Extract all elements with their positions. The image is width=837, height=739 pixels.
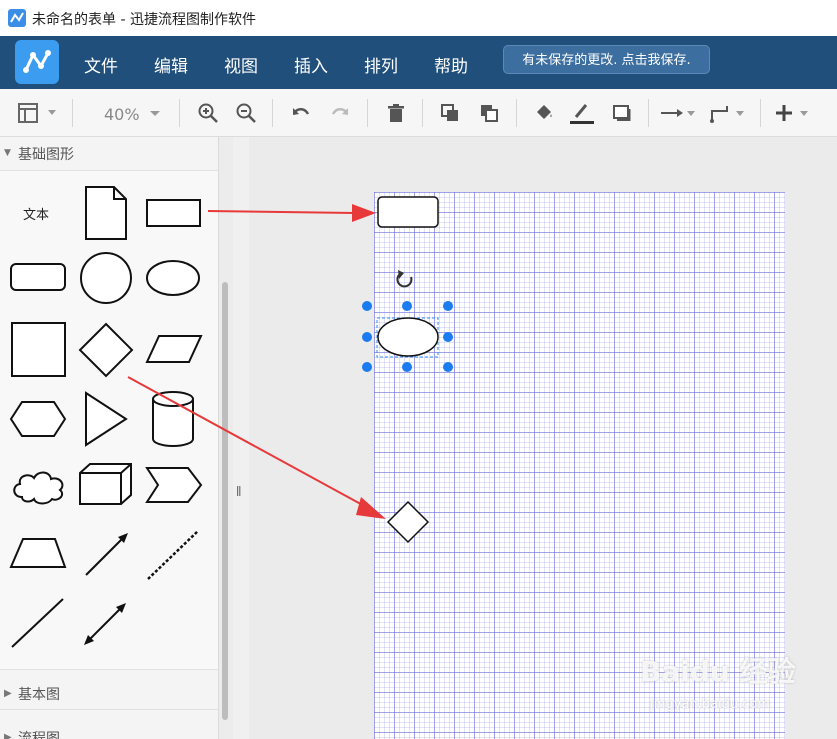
menu-bar: 文件 编辑 视图 插入 排列 帮助 有未保存的更改. 点击我保存.	[0, 36, 837, 89]
menu-edit[interactable]: 编辑	[154, 52, 188, 77]
shape-library-sidebar: ▼ 基础图形 文本 ▶ 基本图 ▶ 流程图	[0, 137, 219, 739]
hexagon-shape[interactable]	[8, 399, 70, 439]
line-shape[interactable]	[8, 595, 68, 651]
cylinder-shape[interactable]	[148, 389, 198, 449]
circle-shape[interactable]	[77, 249, 135, 307]
rectangle-shape[interactable]	[144, 197, 204, 231]
fill-color-icon[interactable]	[531, 98, 557, 128]
trapezoid-shape[interactable]	[8, 535, 70, 571]
ellipse-shape[interactable]	[144, 259, 204, 299]
shadow-icon[interactable]	[609, 98, 635, 128]
collapse-triangle-icon: ▼	[4, 148, 11, 158]
text-shape-label: 文本	[23, 208, 50, 223]
expand-triangle-icon: ▶	[4, 732, 12, 739]
triangle-shape[interactable]	[82, 389, 132, 449]
rounded-rectangle-shape[interactable]	[8, 259, 70, 295]
dotted-line-shape[interactable]	[144, 527, 202, 583]
zoom-in-icon[interactable]	[195, 98, 221, 128]
menu-view[interactable]: 视图	[224, 52, 258, 77]
section-flowchart[interactable]: ▶ 流程图	[0, 721, 218, 739]
panel-divider[interactable]	[233, 137, 249, 739]
divider-grip-icon[interactable]: ǁ	[236, 484, 241, 497]
window-title: 未命名的表单 - 迅捷流程图制作软件	[32, 12, 256, 28]
document-shape[interactable]	[80, 185, 132, 241]
menu-file[interactable]: 文件	[84, 52, 118, 77]
watermark-brand: Baidu 经验	[640, 655, 796, 688]
watermark-url: jingyan.baidu.com	[650, 697, 770, 712]
expand-triangle-icon: ▶	[4, 688, 12, 699]
app-logo[interactable]	[15, 40, 59, 84]
connector-icon[interactable]	[658, 98, 700, 128]
app-icon	[8, 9, 26, 27]
zoom-dropdown-icon[interactable]	[146, 98, 164, 128]
section-basic-diagrams[interactable]: ▶ 基本图	[0, 677, 218, 710]
section-basic-shapes[interactable]: ▼ 基础图形	[0, 137, 218, 169]
redo-icon[interactable]	[327, 98, 353, 128]
zoom-level[interactable]: 40%	[104, 105, 140, 124]
menu-insert[interactable]: 插入	[294, 52, 328, 77]
chevron-shape[interactable]	[144, 465, 204, 505]
square-shape[interactable]	[8, 319, 70, 379]
cube-shape[interactable]	[76, 461, 136, 507]
shape-palette: 文本	[0, 170, 218, 670]
cloud-shape[interactable]	[8, 463, 70, 507]
diamond-shape[interactable]	[77, 321, 135, 379]
send-back-icon[interactable]	[476, 98, 502, 128]
line-color-icon[interactable]	[568, 98, 596, 128]
title-bar: 未命名的表单 - 迅捷流程图制作软件	[0, 0, 837, 36]
toolbar: 40%	[0, 89, 837, 137]
undo-icon[interactable]	[288, 98, 314, 128]
bring-front-icon[interactable]	[437, 98, 463, 128]
double-arrow-shape[interactable]	[80, 599, 134, 649]
sidebar-scrollbar-thumb[interactable]	[222, 282, 228, 720]
diagram-canvas[interactable]	[249, 137, 837, 739]
parallelogram-shape[interactable]	[144, 333, 204, 367]
zoom-out-icon[interactable]	[233, 98, 259, 128]
arrow-line-shape[interactable]	[80, 527, 134, 581]
layout-icon[interactable]	[14, 98, 62, 128]
menu-arrange[interactable]: 排列	[364, 52, 398, 77]
waypoint-icon[interactable]	[707, 98, 749, 128]
text-shape[interactable]: 文本	[12, 195, 68, 229]
delete-icon[interactable]	[383, 98, 409, 128]
add-icon[interactable]	[772, 98, 816, 128]
save-notice-button[interactable]: 有未保存的更改. 点击我保存.	[503, 45, 710, 74]
menu-help[interactable]: 帮助	[434, 52, 468, 77]
